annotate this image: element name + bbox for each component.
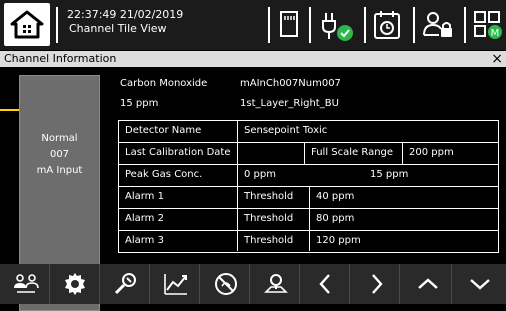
detector-name-value: Sensepoint Toxic xyxy=(244,125,328,136)
trends-button[interactable] xyxy=(150,264,200,304)
user-group-icon xyxy=(14,274,39,293)
detector-name-label: Detector Name xyxy=(125,125,202,136)
inhibit-button[interactable] xyxy=(200,264,250,304)
panel-header: Channel Information × xyxy=(0,51,506,67)
status-channel-number: 007 xyxy=(49,149,70,160)
status-input-type: mA Input xyxy=(36,165,83,176)
sd-card-icon xyxy=(280,11,298,37)
chevron-down-icon xyxy=(470,279,490,290)
user-lock-icon xyxy=(423,12,452,37)
time-text: 22:37:49 xyxy=(67,8,117,21)
peak-gas-label: Peak Gas Conc. xyxy=(125,169,203,180)
location-button[interactable] xyxy=(250,264,300,304)
full-scale-value: 200 ppm xyxy=(409,147,454,158)
home-icon xyxy=(10,10,44,39)
sd-card-button[interactable] xyxy=(276,9,302,39)
alarm-label: Alarm 2 xyxy=(125,213,164,224)
tile-view-menu-icon: M xyxy=(474,11,502,39)
channel-detail-table: Detector Name Sensepoint Toxic Last Cali… xyxy=(118,120,499,253)
last-calibration-value xyxy=(238,143,304,163)
scroll-up-button[interactable] xyxy=(402,264,452,304)
date-text: 21/02/2019 xyxy=(119,8,184,21)
channel-location: 1st_Layer_Right_BU xyxy=(240,98,339,109)
datetime-display: 22:37:49 21/02/2019 Channel Tile View xyxy=(67,8,183,36)
settings-button[interactable] xyxy=(50,264,100,304)
power-plug-ok-icon xyxy=(322,13,353,41)
chevron-up-icon xyxy=(418,278,438,289)
full-scale-label: Full Scale Range xyxy=(311,147,394,158)
gas-reading: 15 ppm xyxy=(120,98,159,109)
view-name: Channel Tile View xyxy=(69,22,167,35)
svg-text:M: M xyxy=(491,28,500,39)
gear-icon xyxy=(65,273,85,295)
chevron-right-icon xyxy=(372,274,383,294)
separator xyxy=(413,7,415,43)
alarm-value: 80 ppm xyxy=(316,213,355,224)
users-button[interactable] xyxy=(0,264,50,304)
alarm-value: 120 ppm xyxy=(316,235,361,246)
gas-name: Carbon Monoxide xyxy=(120,78,208,89)
trend-chart-icon xyxy=(164,274,187,295)
scroll-down-button[interactable] xyxy=(454,264,504,304)
bottom-navigation xyxy=(0,264,506,304)
alarm-value: 40 ppm xyxy=(316,191,355,202)
previous-button[interactable] xyxy=(300,264,350,304)
separator xyxy=(364,7,366,43)
next-button[interactable] xyxy=(350,264,400,304)
peak-gas-secondary: 15 ppm xyxy=(370,169,409,180)
separator xyxy=(309,7,311,43)
power-status-button[interactable] xyxy=(317,7,357,43)
last-calibration-label: Last Calibration Date xyxy=(125,147,231,158)
alarm-label: Alarm 3 xyxy=(125,235,164,246)
chevron-left-icon xyxy=(319,274,330,294)
alarm-label: Alarm 1 xyxy=(125,191,164,202)
disabled-gauge-icon xyxy=(215,273,237,295)
panel-title: Channel Information xyxy=(4,52,117,65)
tile-view-button[interactable]: M xyxy=(472,9,504,41)
location-icon xyxy=(264,274,288,293)
tools-icon xyxy=(114,273,136,295)
top-bar: 22:37:49 21/02/2019 Channel Tile View M xyxy=(0,0,506,50)
maintenance-button[interactable] xyxy=(100,264,150,304)
separator xyxy=(268,7,270,43)
separator xyxy=(464,7,466,43)
alarm-type: Threshold xyxy=(244,213,294,224)
channel-id: mAInCh007Num007 xyxy=(240,78,341,89)
separator xyxy=(56,7,58,43)
calendar-clock-icon xyxy=(374,11,400,39)
home-button[interactable] xyxy=(4,3,50,46)
schedule-button[interactable] xyxy=(371,8,403,42)
close-button[interactable]: × xyxy=(491,51,503,67)
alarm-type: Threshold xyxy=(244,191,294,202)
status-state: Normal xyxy=(41,133,78,144)
user-login-button[interactable] xyxy=(421,9,455,39)
alarm-type: Threshold xyxy=(244,235,294,246)
peak-gas-value: 0 ppm xyxy=(244,169,276,180)
